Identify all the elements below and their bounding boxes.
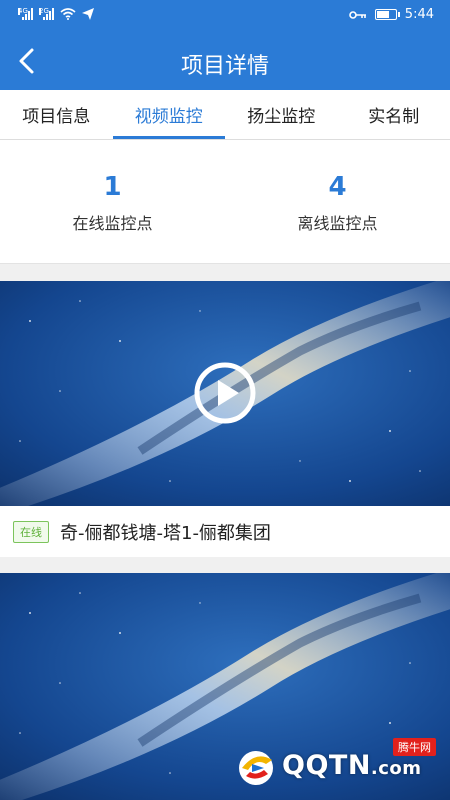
tab-dust-monitoring[interactable]: 扬尘监控 <box>225 90 338 139</box>
watermark-suffix: .com <box>370 758 422 779</box>
key-icon <box>348 10 366 19</box>
tab-real-name[interactable]: 实名制 <box>338 90 450 139</box>
camera-caption: 在线 奇-俪都钱塘-塔1-俪都集团 <box>0 506 450 557</box>
offline-stat[interactable]: 4 离线监控点 <box>225 140 450 263</box>
play-icon[interactable] <box>193 361 257 425</box>
status-time: 5:44 <box>404 7 434 22</box>
online-stat[interactable]: 1 在线监控点 <box>0 140 225 263</box>
battery-icon <box>374 9 400 20</box>
online-label: 在线监控点 <box>72 214 153 233</box>
camera-card[interactable]: 在线 奇-俪都钱塘-塔1-俪都集团 <box>0 281 450 557</box>
monitor-stats: 1 在线监控点 4 离线监控点 <box>0 140 450 264</box>
page-title: 项目详情 <box>180 54 269 79</box>
status-badge: 在线 <box>13 520 49 543</box>
status-right: 5:44 <box>348 7 434 22</box>
tab-video-monitoring[interactable]: 视频监控 <box>112 90 226 139</box>
video-thumbnail[interactable] <box>0 281 450 506</box>
battery-fill <box>376 11 389 18</box>
signal-icon-2: 2G <box>39 8 54 20</box>
network-type-1: 4G <box>18 7 28 15</box>
tab-project-info[interactable]: 项目信息 <box>0 90 113 139</box>
signal-icon: 4G <box>18 8 33 20</box>
watermark-brand: QQTN <box>282 750 371 781</box>
watermark-logo-icon <box>239 751 273 785</box>
network-type-2: 2G <box>39 7 49 15</box>
online-count: 1 <box>103 172 122 202</box>
tab-bar: 项目信息 视频监控 扬尘监控 实名制 <box>0 90 450 140</box>
wifi-icon <box>60 8 76 20</box>
camera-name: 奇-俪都钱塘-塔1-俪都集团 <box>60 522 271 544</box>
watermark-tag: 腾牛网 <box>393 738 436 756</box>
send-icon <box>82 8 94 20</box>
nav-bar: 项目详情 <box>0 32 450 90</box>
status-bar: 4G 2G 5:44 <box>0 0 450 32</box>
status-left: 4G 2G <box>18 8 94 20</box>
watermark: QQTN.com 腾牛网 <box>232 736 442 792</box>
offline-label: 离线监控点 <box>297 214 378 233</box>
offline-count: 4 <box>328 172 347 202</box>
